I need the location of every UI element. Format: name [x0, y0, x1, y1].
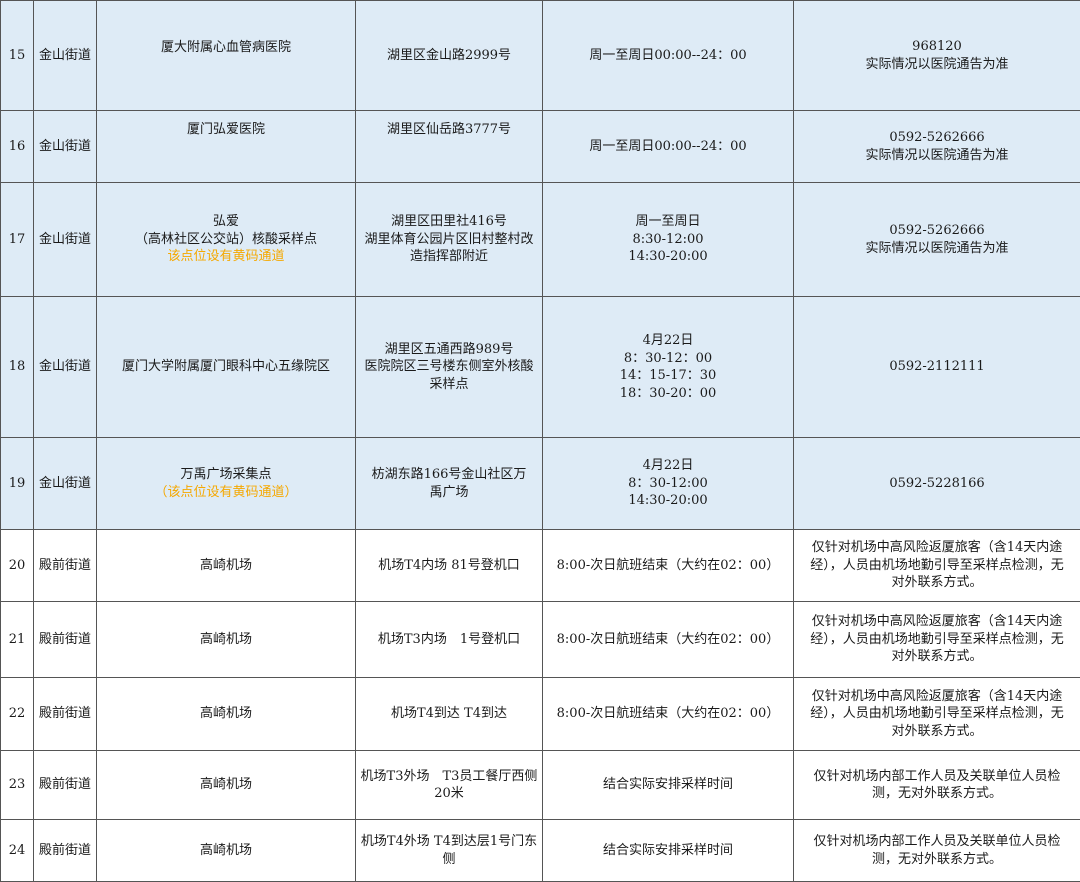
site-address: 机场T3内场 1号登机口 — [356, 602, 543, 678]
street-name: 金山街道 — [34, 438, 97, 530]
site-name: 弘爱（高林社区公交站）核酸采样点该点位设有黄码通道 — [97, 183, 356, 297]
street-name: 殿前街道 — [34, 751, 97, 820]
yellow-code-note: 该点位设有黄码通道 — [100, 248, 352, 266]
contact-info: 968120实际情况以医院通告为准 — [794, 1, 1080, 111]
opening-hours: 周一至周日00:00--24：00 — [543, 1, 794, 111]
contact-info: 仅针对机场内部工作人员及关联单位人员检测，无对外联系方式。 — [794, 820, 1080, 882]
opening-hours: 8:00-次日航班结束（大约在02：00） — [543, 530, 794, 602]
table-row: 19 金山街道 万禹广场采集点（该点位设有黄码通道） 枋湖东路166号金山社区万… — [1, 438, 1080, 530]
table-row: 20 殿前街道 高崎机场 机场T4内场 81号登机口 8:00-次日航班结束（大… — [1, 530, 1080, 602]
opening-hours: 8:00-次日航班结束（大约在02：00） — [543, 678, 794, 751]
opening-hours: 周一至周日00:00--24：00 — [543, 111, 794, 183]
table-row: 23 殿前街道 高崎机场 机场T3外场 T3员工餐厅西侧20米 结合实际安排采样… — [1, 751, 1080, 820]
opening-hours: 4月22日8：30-12：0014：15-17：3018：30-20：00 — [543, 297, 794, 438]
site-name: 高崎机场 — [97, 602, 356, 678]
table-row: 16 金山街道 厦门弘爱医院 湖里区仙岳路3777号 周一至周日00:00--2… — [1, 111, 1080, 183]
table-row: 22 殿前街道 高崎机场 机场T4到达 T4到达 8:00-次日航班结束（大约在… — [1, 678, 1080, 751]
site-address: 机场T4内场 81号登机口 — [356, 530, 543, 602]
street-name: 金山街道 — [34, 111, 97, 183]
site-name: 高崎机场 — [97, 751, 356, 820]
table-row: 17 金山街道 弘爱（高林社区公交站）核酸采样点该点位设有黄码通道 湖里区田里社… — [1, 183, 1080, 297]
street-name: 金山街道 — [34, 297, 97, 438]
row-number: 16 — [1, 111, 34, 183]
contact-info: 0592-5262666实际情况以医院通告为准 — [794, 111, 1080, 183]
site-name: 高崎机场 — [97, 678, 356, 751]
site-name: 高崎机场 — [97, 820, 356, 882]
opening-hours: 8:00-次日航班结束（大约在02：00） — [543, 602, 794, 678]
contact-info: 仅针对机场中高风险返厦旅客（含14天内途经），人员由机场地勤引导至采样点检测，无… — [794, 678, 1080, 751]
site-address: 湖里区五通西路989号医院院区三号楼东侧室外核酸采样点 — [356, 297, 543, 438]
row-number: 17 — [1, 183, 34, 297]
row-number: 18 — [1, 297, 34, 438]
contact-info: 仅针对机场中高风险返厦旅客（含14天内途经），人员由机场地勤引导至采样点检测，无… — [794, 530, 1080, 602]
opening-hours: 结合实际安排采样时间 — [543, 751, 794, 820]
opening-hours: 结合实际安排采样时间 — [543, 820, 794, 882]
site-address: 湖里区仙岳路3777号 — [356, 111, 543, 183]
site-name: 厦大附属心血管病医院 — [97, 1, 356, 111]
street-name: 殿前街道 — [34, 820, 97, 882]
street-name: 殿前街道 — [34, 530, 97, 602]
site-address: 枋湖东路166号金山社区万禹广场 — [356, 438, 543, 530]
row-number: 24 — [1, 820, 34, 882]
table-row: 24 殿前街道 高崎机场 机场T4外场 T4到达层1号门东侧 结合实际安排采样时… — [1, 820, 1080, 882]
site-name: 高崎机场 — [97, 530, 356, 602]
table-row: 15 金山街道 厦大附属心血管病医院 湖里区金山路2999号 周一至周日00:0… — [1, 1, 1080, 111]
row-number: 22 — [1, 678, 34, 751]
site-address: 湖里区金山路2999号 — [356, 1, 543, 111]
street-name: 殿前街道 — [34, 678, 97, 751]
table-row: 21 殿前街道 高崎机场 机场T3内场 1号登机口 8:00-次日航班结束（大约… — [1, 602, 1080, 678]
contact-info: 0592-2112111 — [794, 297, 1080, 438]
row-number: 19 — [1, 438, 34, 530]
row-number: 23 — [1, 751, 34, 820]
row-number: 21 — [1, 602, 34, 678]
row-number: 20 — [1, 530, 34, 602]
table-row: 18 金山街道 厦门大学附属厦门眼科中心五缘院区 湖里区五通西路989号医院院区… — [1, 297, 1080, 438]
street-name: 金山街道 — [34, 1, 97, 111]
site-address: 湖里区田里社416号湖里体育公园片区旧村整村改造指挥部附近 — [356, 183, 543, 297]
contact-info: 仅针对机场内部工作人员及关联单位人员检测，无对外联系方式。 — [794, 751, 1080, 820]
site-name: 厦门大学附属厦门眼科中心五缘院区 — [97, 297, 356, 438]
yellow-code-note: （该点位设有黄码通道） — [100, 484, 352, 502]
opening-hours: 周一至周日8:30-12:0014:30-20:00 — [543, 183, 794, 297]
contact-info: 0592-5228166 — [794, 438, 1080, 530]
row-number: 15 — [1, 1, 34, 111]
street-name: 殿前街道 — [34, 602, 97, 678]
contact-info: 仅针对机场中高风险返厦旅客（含14天内途经），人员由机场地勤引导至采样点检测，无… — [794, 602, 1080, 678]
street-name: 金山街道 — [34, 183, 97, 297]
site-address: 机场T3外场 T3员工餐厅西侧20米 — [356, 751, 543, 820]
contact-info: 0592-5262666实际情况以医院通告为准 — [794, 183, 1080, 297]
testing-sites-table: 15 金山街道 厦大附属心血管病医院 湖里区金山路2999号 周一至周日00:0… — [0, 0, 1080, 882]
opening-hours: 4月22日8：30-12:0014:30-20:00 — [543, 438, 794, 530]
site-name: 万禹广场采集点（该点位设有黄码通道） — [97, 438, 356, 530]
site-address: 机场T4到达 T4到达 — [356, 678, 543, 751]
site-address: 机场T4外场 T4到达层1号门东侧 — [356, 820, 543, 882]
site-name: 厦门弘爱医院 — [97, 111, 356, 183]
